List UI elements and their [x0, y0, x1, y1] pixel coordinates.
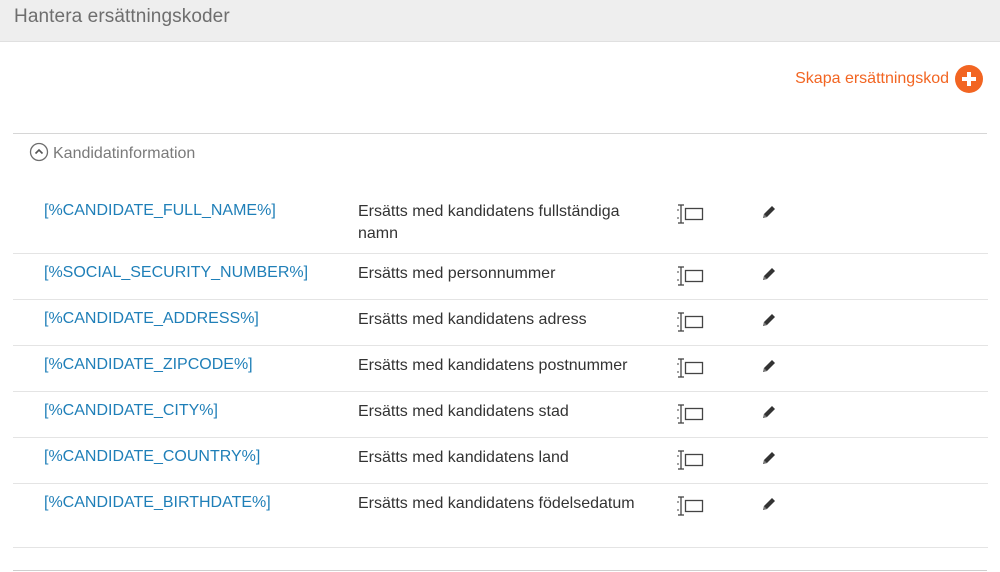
- copy-text-icon[interactable]: [675, 311, 705, 338]
- table-row: [%CANDIDATE_ZIPCODE%] Ersätts med kandida…: [13, 346, 988, 392]
- table-row: [%CANDIDATE_CITY%] Ersätts med kandidaten…: [13, 392, 988, 438]
- replacement-code-link[interactable]: [%CANDIDATE_FULL_NAME%]: [44, 202, 276, 220]
- copy-text-icon[interactable]: [675, 357, 705, 384]
- replacement-code-link[interactable]: [%CANDIDATE_BIRTHDATE%]: [44, 494, 271, 512]
- pencil-icon[interactable]: [761, 496, 777, 517]
- page-header: Hantera ersättningskoder: [0, 0, 1000, 42]
- copy-text-icon[interactable]: [675, 265, 705, 292]
- table-row: [%SOCIAL_SECURITY_NUMBER%] Ersätts med pe…: [13, 254, 988, 300]
- copy-text-icon[interactable]: [675, 449, 705, 476]
- create-replacement-code-button[interactable]: Skapa ersättningskod: [795, 64, 983, 94]
- replacement-code-description: Ersätts med kandidatens land: [358, 449, 569, 466]
- page-title: Hantera ersättningskoder: [14, 6, 230, 27]
- copy-text-icon[interactable]: [675, 203, 705, 230]
- replacement-code-link[interactable]: [%CANDIDATE_ADDRESS%]: [44, 310, 259, 328]
- copy-text-icon[interactable]: [675, 403, 705, 430]
- replacement-code-description: Ersätts med kandidatens postnummer: [358, 357, 628, 374]
- create-button-label: Skapa ersättningskod: [795, 70, 949, 87]
- section-toggle-kandidatinformation[interactable]: Kandidatinformation: [29, 142, 196, 167]
- table-row: [%CANDIDATE_BIRTHDATE%] Ersätts med kandi…: [13, 484, 988, 548]
- plus-circle-icon: [955, 65, 983, 93]
- replacement-code-description: Ersätts med kandidatens stad: [358, 403, 569, 420]
- chevron-up-circle-icon: [29, 142, 49, 167]
- pencil-icon[interactable]: [761, 312, 777, 333]
- section-title: Kandidatinformation: [53, 145, 196, 162]
- copy-text-icon[interactable]: [675, 495, 705, 522]
- pencil-icon[interactable]: [761, 266, 777, 287]
- pencil-icon[interactable]: [761, 358, 777, 379]
- replacement-code-link[interactable]: [%SOCIAL_SECURITY_NUMBER%]: [44, 264, 308, 282]
- replacement-code-description: Ersätts med kandidatens fullständiga nam…: [358, 203, 620, 242]
- replacement-code-description: Ersätts med kandidatens adress: [358, 311, 587, 328]
- pencil-icon[interactable]: [761, 404, 777, 425]
- table-row: [%CANDIDATE_ADDRESS%] Ersätts med kandida…: [13, 300, 988, 346]
- replacement-code-link[interactable]: [%CANDIDATE_COUNTRY%]: [44, 448, 260, 466]
- replacement-code-link[interactable]: [%CANDIDATE_ZIPCODE%]: [44, 356, 253, 374]
- list-bottom-divider: [13, 570, 987, 571]
- replacement-code-description: Ersätts med personnummer: [358, 265, 556, 282]
- replacement-code-description: Ersätts med kandidatens födelsedatum: [358, 495, 635, 512]
- table-row: [%CANDIDATE_COUNTRY%] Ersätts med kandida…: [13, 438, 988, 484]
- pencil-icon[interactable]: [761, 450, 777, 471]
- table-row: [%CANDIDATE_FULL_NAME%] Ersätts med kandi…: [13, 190, 988, 254]
- replacement-code-link[interactable]: [%CANDIDATE_CITY%]: [44, 402, 218, 420]
- pencil-icon[interactable]: [761, 204, 777, 225]
- section-divider: [13, 133, 987, 134]
